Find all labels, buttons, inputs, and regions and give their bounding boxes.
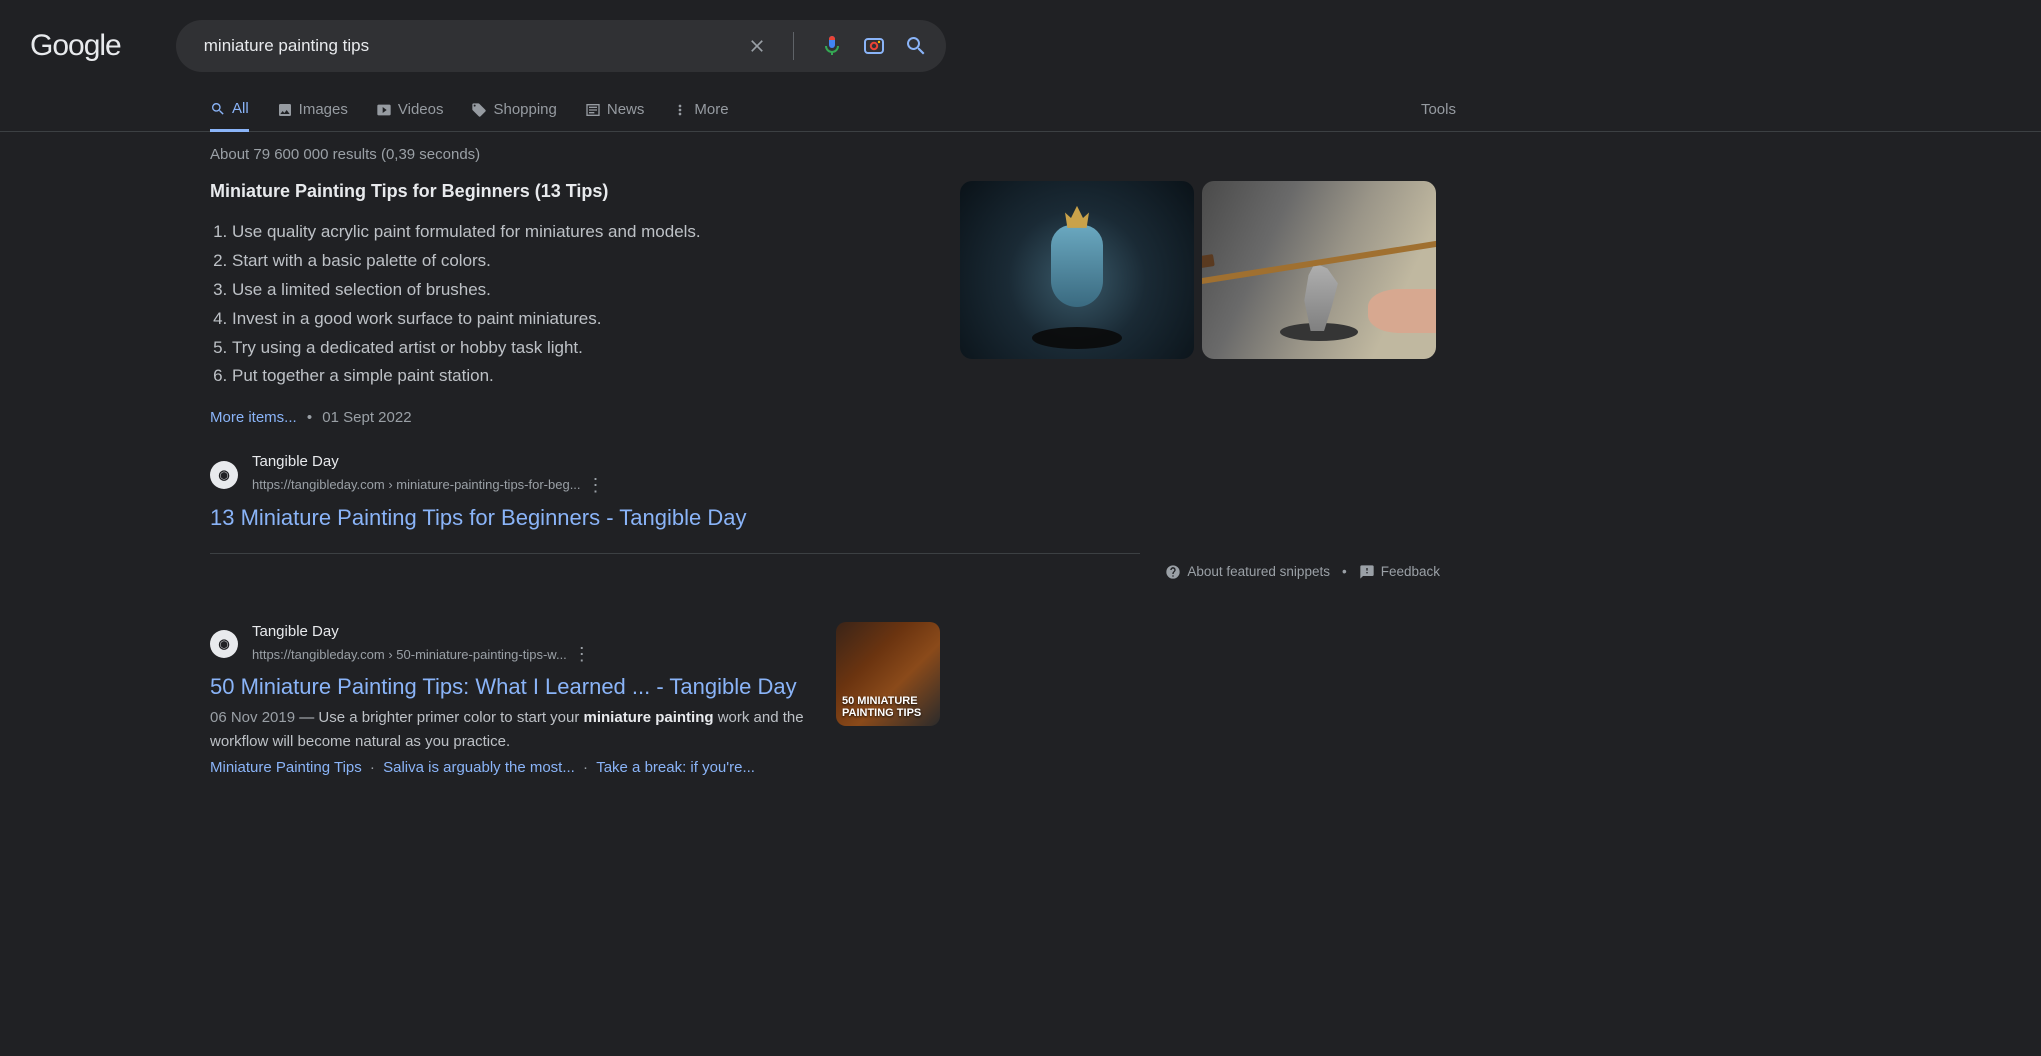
- tab-news[interactable]: News: [585, 101, 645, 130]
- site-name: Tangible Day: [252, 622, 591, 642]
- result-main: ◉ Tangible Day https://tangibleday.com ›…: [210, 622, 816, 776]
- search-input[interactable]: [194, 36, 747, 56]
- search-result: ◉ Tangible Day https://tangibleday.com ›…: [210, 622, 940, 776]
- list-item: Try using a dedicated artist or hobby ta…: [232, 334, 870, 363]
- feedback-icon: [1359, 564, 1375, 580]
- feedback-label: Feedback: [1381, 564, 1440, 579]
- tab-label: Shopping: [493, 101, 556, 118]
- snippet-fragment: — Use a brighter primer color to start y…: [295, 709, 583, 726]
- tab-shopping[interactable]: Shopping: [471, 101, 556, 130]
- separator: [210, 553, 1140, 554]
- separator: •: [307, 409, 312, 426]
- list-item: Use quality acrylic paint formulated for…: [232, 218, 870, 247]
- thumb-text: 50 MINIATURE PAINTING TIPS: [842, 695, 934, 720]
- tab-label: News: [607, 101, 645, 118]
- snippet-date: 01 Sept 2022: [322, 409, 411, 426]
- content: About 79 600 000 results (0,39 seconds) …: [0, 132, 2041, 776]
- search-bar: [176, 20, 946, 72]
- feedback-row: About featured snippets • Feedback: [210, 564, 1440, 580]
- result-stats: About 79 600 000 results (0,39 seconds): [210, 146, 2041, 163]
- cite-text: Tangible Day https://tangibleday.com › 5…: [252, 622, 591, 667]
- more-vert-icon: [672, 102, 688, 118]
- google-logo[interactable]: Google: [30, 29, 121, 63]
- site-url: https://tangibleday.com › 50-miniature-p…: [252, 646, 567, 664]
- cite-text: Tangible Day https://tangibleday.com › m…: [252, 452, 605, 497]
- more-vert-icon[interactable]: ⋮: [573, 642, 591, 666]
- clear-icon[interactable]: [747, 36, 767, 56]
- tab-label: All: [232, 100, 249, 117]
- image-search-icon[interactable]: [862, 34, 886, 58]
- featured-snippet: Miniature Painting Tips for Beginners (1…: [210, 181, 870, 531]
- search-icon[interactable]: [904, 34, 928, 58]
- separator: •: [1342, 564, 1347, 579]
- sublink[interactable]: Take a break: if you're...: [596, 759, 755, 776]
- sublink[interactable]: Saliva is arguably the most...: [383, 759, 575, 776]
- tab-images[interactable]: Images: [277, 101, 348, 130]
- result-thumbnail[interactable]: 50 MINIATURE PAINTING TIPS: [836, 622, 940, 726]
- snippet-highlight: miniature painting: [584, 709, 714, 726]
- list-item: Use a limited selection of brushes.: [232, 276, 870, 305]
- tab-label: Images: [299, 101, 348, 118]
- tab-all[interactable]: All: [210, 100, 249, 132]
- more-items-row: More items... • 01 Sept 2022: [210, 409, 870, 426]
- related-image[interactable]: [1202, 181, 1436, 359]
- snippet-date: 06 Nov 2019: [210, 709, 295, 726]
- result-title-link[interactable]: 50 Miniature Painting Tips: What I Learn…: [210, 674, 816, 700]
- feedback-link[interactable]: Feedback: [1359, 564, 1440, 580]
- tab-videos[interactable]: Videos: [376, 101, 444, 130]
- search-icon: [210, 101, 226, 117]
- tools-button[interactable]: Tools: [1421, 101, 1456, 130]
- result-title-link[interactable]: 13 Miniature Painting Tips for Beginners…: [210, 505, 870, 531]
- results-column: Miniature Painting Tips for Beginners (1…: [210, 181, 870, 531]
- help-icon: [1165, 564, 1181, 580]
- about-label: About featured snippets: [1187, 564, 1330, 579]
- tag-icon: [471, 102, 487, 118]
- video-icon: [376, 102, 392, 118]
- site-name: Tangible Day: [252, 452, 605, 472]
- side-images: [960, 181, 1440, 359]
- list-item: Put together a simple paint station.: [232, 362, 870, 391]
- news-icon: [585, 102, 601, 118]
- list-item: Start with a basic palette of colors.: [232, 247, 870, 276]
- image-icon: [277, 102, 293, 118]
- sublinks: Miniature Painting Tips · Saliva is argu…: [210, 759, 816, 776]
- cite-block: ◉ Tangible Day https://tangibleday.com ›…: [210, 622, 816, 667]
- snippet-heading: Miniature Painting Tips for Beginners (1…: [210, 181, 870, 202]
- voice-search-icon[interactable]: [820, 34, 844, 58]
- sublink[interactable]: Miniature Painting Tips: [210, 759, 362, 776]
- favicon-icon: ◉: [210, 461, 238, 489]
- knowledge-images: [960, 181, 1440, 531]
- tab-more[interactable]: More: [672, 101, 728, 130]
- related-image[interactable]: [960, 181, 1194, 359]
- cite-block: ◉ Tangible Day https://tangibleday.com ›…: [210, 452, 870, 497]
- about-snippets-link[interactable]: About featured snippets: [1165, 564, 1330, 580]
- divider: [793, 32, 794, 60]
- tab-label: Videos: [398, 101, 444, 118]
- more-items-link[interactable]: More items...: [210, 409, 297, 426]
- site-url: https://tangibleday.com › miniature-pain…: [252, 476, 581, 494]
- snippet-list: Use quality acrylic paint formulated for…: [210, 218, 870, 391]
- favicon-icon: ◉: [210, 630, 238, 658]
- more-vert-icon[interactable]: ⋮: [587, 473, 605, 497]
- main-columns: Miniature Painting Tips for Beginners (1…: [210, 181, 2041, 531]
- header: Google: [0, 0, 2041, 72]
- tabs-bar: All Images Videos Shopping News More Too…: [0, 100, 2041, 132]
- snippet-text: 06 Nov 2019 — Use a brighter primer colo…: [210, 706, 816, 753]
- search-actions: [747, 32, 928, 60]
- list-item: Invest in a good work surface to paint m…: [232, 305, 870, 334]
- tab-label: More: [694, 101, 728, 118]
